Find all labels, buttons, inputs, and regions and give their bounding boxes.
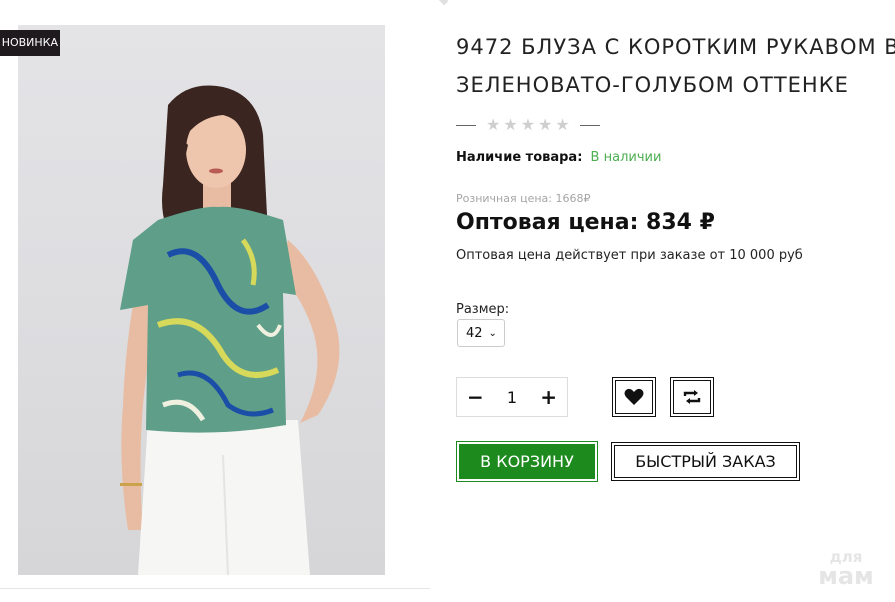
- availability: Наличие товара: В наличии: [456, 150, 661, 165]
- decrease-button[interactable]: −: [467, 385, 484, 409]
- heart-icon: [624, 388, 644, 405]
- star-icon[interactable]: ★: [555, 116, 569, 134]
- retail-price: Розничная цена: 1668₽: [456, 192, 591, 205]
- star-icon[interactable]: ★: [486, 116, 500, 134]
- quick-order-button[interactable]: БЫСТРЫЙ ЗАКАЗ: [611, 442, 800, 481]
- divider: [0, 588, 430, 589]
- rating[interactable]: ★ ★ ★ ★ ★: [456, 116, 600, 134]
- wholesale-note: Оптовая цена действует при заказе от 10 …: [456, 248, 803, 263]
- star-icon[interactable]: ★: [503, 116, 517, 134]
- size-value: 42: [466, 325, 483, 341]
- availability-status: В наличии: [590, 150, 662, 165]
- wishlist-button[interactable]: [612, 377, 656, 417]
- size-label: Размер:: [456, 302, 510, 317]
- star-icon[interactable]: ★: [538, 116, 552, 134]
- product-photo[interactable]: [18, 25, 385, 575]
- watermark-line2: мам: [818, 562, 874, 590]
- watermark-logo: для мам: [808, 550, 884, 590]
- size-select[interactable]: 42 ⌄: [457, 319, 505, 347]
- top-decoration: [435, 0, 449, 6]
- star-icon[interactable]: ★: [521, 116, 535, 134]
- add-to-cart-button[interactable]: В КОРЗИНУ: [456, 441, 598, 482]
- rating-divider-left: [456, 124, 476, 126]
- chevron-down-icon: ⌄: [488, 327, 497, 339]
- product-title: 9472 БЛУЗА С КОРОТКИМ РУКАВОМ В ЗЕЛЕНОВА…: [456, 35, 895, 97]
- quantity-stepper[interactable]: − 1 +: [456, 377, 568, 417]
- new-badge: НОВИНКА: [0, 30, 60, 56]
- quick-order-label: БЫСТРЫЙ ЗАКАЗ: [635, 452, 776, 471]
- rating-divider-right: [579, 124, 600, 126]
- wholesale-price: Оптовая цена: 834 ₽: [456, 210, 715, 235]
- compare-icon: [683, 390, 701, 404]
- quantity-value[interactable]: 1: [507, 388, 517, 407]
- compare-button[interactable]: [670, 377, 714, 417]
- availability-label: Наличие товара:: [456, 150, 583, 165]
- rating-stars[interactable]: ★ ★ ★ ★ ★: [486, 116, 570, 134]
- increase-button[interactable]: +: [540, 385, 557, 409]
- model-illustration: [120, 85, 340, 575]
